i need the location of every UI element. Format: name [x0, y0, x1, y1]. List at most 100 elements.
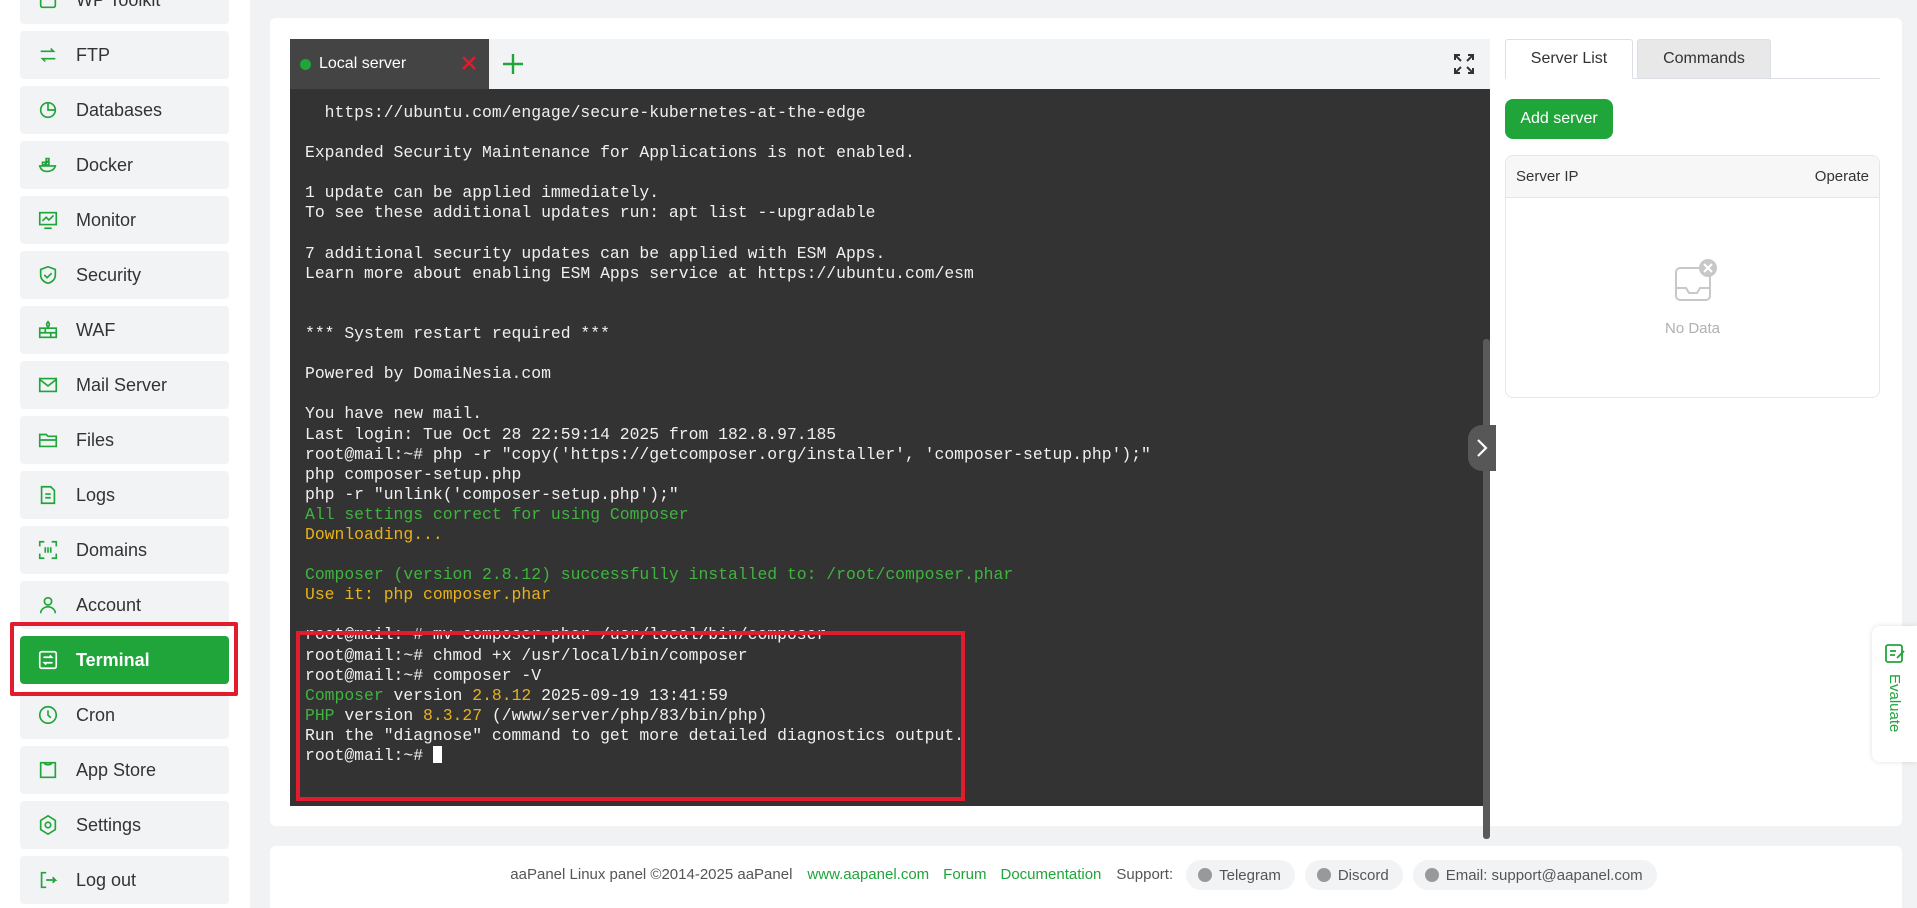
discord-icon: [1316, 868, 1331, 882]
sidebar-item-label: Settings: [76, 814, 142, 835]
sidebar-item-wp-toolkit[interactable]: WP Toolkit: [20, 0, 229, 24]
email-icon: [1424, 868, 1439, 882]
highlight-box-terminal: [296, 631, 965, 801]
sidebar-item-label: Monitor: [76, 209, 137, 230]
server-table-header: Server IP Operate: [1506, 156, 1879, 198]
footer-link-documentation[interactable]: Documentation: [1001, 860, 1102, 890]
support-email-button[interactable]: Email: support@aapanel.com: [1412, 860, 1657, 890]
expand-panel-toggle[interactable]: [1468, 425, 1496, 471]
terminal-tab-label: Local server: [319, 55, 407, 72]
footer-link-forum[interactable]: Forum: [943, 860, 986, 890]
sidebar-item-label: Docker: [76, 154, 134, 175]
sidebar-item-domains[interactable]: Domains: [20, 526, 229, 574]
terminal-line: 1 update can be applied immediately.: [305, 183, 660, 203]
server-table: Server IP Operate No Data: [1505, 155, 1880, 398]
database-icon: [36, 98, 60, 122]
sidebar-item-label: Account: [76, 594, 142, 615]
chevron-right-icon: [1477, 439, 1488, 457]
terminal-line: php composer-setup.php: [305, 464, 522, 484]
monitor-icon: [36, 208, 60, 232]
highlight-box-sidebar: [10, 622, 238, 696]
ftp-icon: [36, 43, 60, 67]
terminal-line: Downloading...: [305, 524, 443, 544]
sidebar-item-databases[interactable]: Databases: [20, 86, 229, 134]
sidebar-item-security[interactable]: Security: [20, 251, 229, 299]
support-telegram-button[interactable]: Telegram: [1186, 860, 1295, 890]
sidebar-item-monitor[interactable]: Monitor: [20, 196, 229, 244]
tab-commands[interactable]: Commands: [1637, 39, 1771, 79]
firewall-icon: [36, 318, 60, 342]
store-icon: [36, 758, 60, 782]
support-discord-button[interactable]: Discord: [1304, 860, 1403, 890]
sidebar-item-label: Mail Server: [76, 374, 168, 395]
logs-icon: [36, 483, 60, 507]
panel-tabs: Server List Commands: [1505, 39, 1880, 79]
support-pill-label: Discord: [1337, 866, 1389, 884]
sidebar-item-ftp[interactable]: FTP: [20, 31, 229, 79]
sidebar-item-label: Databases: [76, 99, 163, 120]
sidebar-item-label: Security: [76, 264, 142, 285]
support-pill-label: Telegram: [1219, 866, 1281, 884]
terminal-tab-local-server[interactable]: Local server: [290, 39, 489, 89]
sidebar-item-logs[interactable]: Logs: [20, 471, 229, 519]
add-tab-icon[interactable]: [500, 51, 526, 77]
sidebar-item-mail-server[interactable]: Mail Server: [20, 361, 229, 409]
mail-icon: [36, 373, 60, 397]
sidebar-item-label: WAF: [76, 319, 116, 340]
terminal-line: php -r "unlink('composer-setup.php');": [305, 484, 679, 504]
footer: aaPanel Linux panel ©2014-2025 aaPanel w…: [270, 846, 1902, 908]
folder-icon: [36, 428, 60, 452]
evaluate-tab[interactable]: Evaluate: [1872, 626, 1917, 762]
column-header-server-ip: Server IP: [1516, 168, 1579, 185]
sidebar-item-settings[interactable]: Settings: [20, 801, 229, 849]
sidebar-item-label: Cron: [76, 704, 116, 725]
terminal-line: To see these additional updates run: apt…: [305, 203, 876, 223]
add-server-button[interactable]: Add server: [1505, 99, 1613, 139]
sidebar: WP Toolkit FTP Databases Docker Monitor …: [0, 0, 250, 908]
sidebar-item-label: FTP: [76, 44, 110, 65]
column-header-operate: Operate: [1814, 168, 1869, 185]
no-data-icon: [1675, 259, 1717, 301]
clock-icon: [36, 703, 60, 727]
sidebar-item-files[interactable]: Files: [20, 416, 229, 464]
terminal-line: You have new mail.: [305, 404, 483, 424]
evaluate-label: Evaluate: [1886, 674, 1903, 733]
evaluate-icon: [1884, 644, 1905, 663]
sidebar-item-cron[interactable]: Cron: [20, 691, 229, 739]
wp-icon: [36, 0, 60, 12]
terminal-line: Expanded Security Maintenance for Applic…: [305, 143, 915, 163]
fullscreen-icon[interactable]: [1452, 52, 1476, 76]
support-label: Support:: [1116, 866, 1174, 883]
terminal-line: All settings correct for using Composer: [305, 504, 689, 524]
shield-icon: [36, 263, 60, 287]
copyright-text: aaPanel Linux panel ©2014-2025 aaPanel: [510, 866, 793, 883]
sidebar-item-label: Logs: [76, 484, 116, 505]
close-icon[interactable]: [458, 52, 480, 74]
telegram-icon: [1198, 868, 1213, 882]
sidebar-item-label: Log out: [76, 869, 137, 890]
footer-link-website[interactable]: www.aapanel.com: [807, 860, 929, 890]
sidebar-item-label: Files: [76, 429, 115, 450]
sidebar-item-label: WP Toolkit: [76, 0, 160, 11]
sidebar-item-docker[interactable]: Docker: [20, 141, 229, 189]
sidebar-item-waf[interactable]: WAF: [20, 306, 229, 354]
terminal-line: Last login: Tue Oct 28 22:59:14 2025 fro…: [305, 424, 837, 444]
docker-icon: [36, 153, 60, 177]
tab-server-list[interactable]: Server List: [1505, 39, 1633, 79]
sidebar-item-log-out[interactable]: Log out: [20, 856, 229, 904]
terminal-line: Composer (version 2.8.12) successfully i…: [305, 565, 1014, 585]
terminal-line: Learn more about enabling ESM Apps servi…: [305, 263, 974, 283]
terminal-line: https://ubuntu.com/engage/secure-kuberne…: [305, 103, 866, 122]
sidebar-item-app-store[interactable]: App Store: [20, 746, 229, 794]
terminal-line: *** System restart required ***: [305, 324, 610, 344]
terminal-scrollbar[interactable]: [1483, 339, 1490, 839]
